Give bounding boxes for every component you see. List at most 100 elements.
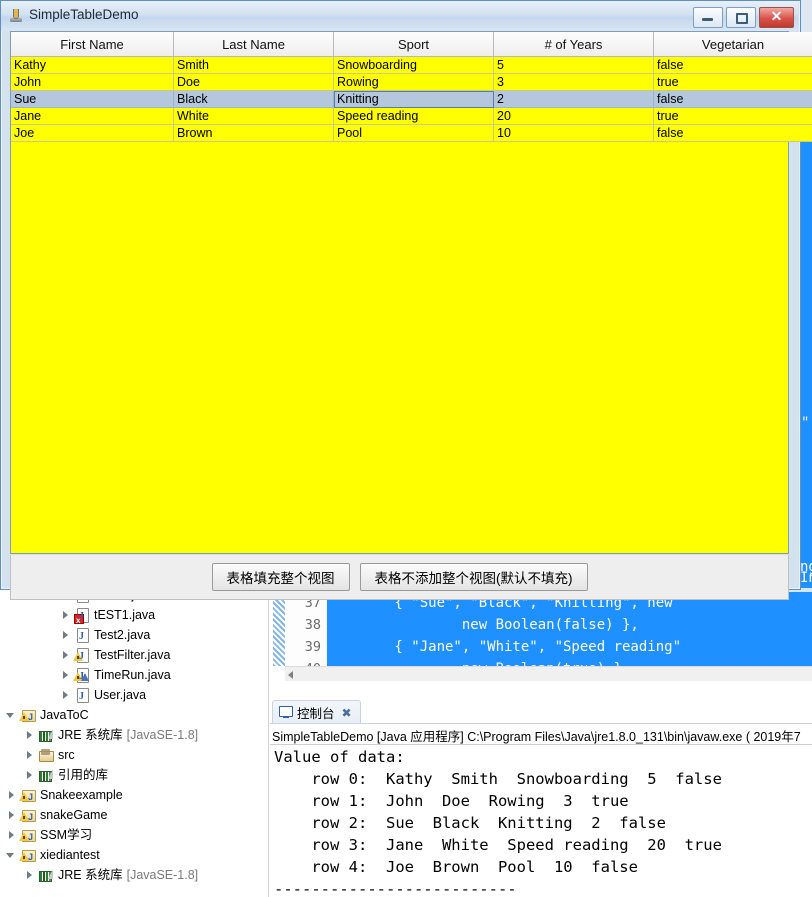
warning-badge-icon [19, 792, 29, 801]
table-cell[interactable]: Joe [11, 124, 174, 142]
tree-item[interactable]: 引用的库 [0, 765, 268, 785]
chevron-right-icon[interactable] [6, 810, 17, 821]
tree-item[interactable]: JRE 系统库 [JavaSE-1.8] [0, 725, 268, 745]
table-cell[interactable]: Speed reading [333, 107, 494, 125]
table-cell[interactable]: Doe [173, 73, 334, 91]
table-cell[interactable]: true [653, 73, 812, 91]
tree-item[interactable]: TestFilter.java [0, 645, 268, 667]
package-explorer-tree[interactable]: test01.javatEST1.javaTest2.javaTestFilte… [0, 585, 269, 897]
table-cell[interactable]: false [653, 124, 812, 142]
table-cell[interactable]: 20 [493, 107, 654, 125]
table-cell[interactable]: Black [173, 90, 334, 108]
table-cell[interactable]: false [653, 56, 812, 74]
tree-item[interactable]: SSM学习 [0, 825, 268, 847]
line-number: 39 [304, 639, 321, 655]
table-cell[interactable]: false [653, 90, 812, 108]
java-code-editor[interactable]: 37 38 39 40 { "Sue", "Black", "Knitting"… [270, 588, 812, 686]
table-cell[interactable]: Brown [173, 124, 334, 142]
table-cell[interactable]: John [11, 73, 174, 91]
window-title-bar[interactable]: SimpleTableDemo ✕ [1, 1, 798, 31]
tree-item[interactable]: snakeGame [0, 805, 268, 827]
table-cell[interactable]: 10 [493, 124, 654, 142]
chevron-right-icon[interactable] [60, 670, 71, 681]
tree-item-label: src [58, 748, 75, 762]
tree-item[interactable]: TimeRun.java [0, 665, 268, 687]
console-view: 控制台 ✖ SimpleTableDemo [Java 应用程序] C:\Pro… [270, 698, 812, 897]
column-header-last-name[interactable]: Last Name [173, 32, 334, 57]
table-cell[interactable]: Sue [11, 90, 174, 108]
table-cell[interactable]: Rowing [333, 73, 494, 91]
table-row[interactable]: Kathy Smith Snowboarding 5 false [11, 56, 812, 74]
tree-item[interactable]: tEST1.java [0, 605, 268, 631]
tree-item-label: User.java [94, 688, 147, 702]
console-status-divider [270, 744, 812, 745]
chevron-right-icon[interactable] [60, 610, 71, 621]
table-cell[interactable]: Kathy [11, 56, 174, 74]
tree-item[interactable]: src [0, 745, 268, 765]
table-cell[interactable]: Jane [11, 107, 174, 125]
warning-badge-icon [19, 712, 29, 721]
simpletabledemo-window: SimpleTableDemo ✕ First Name Last Name S… [0, 0, 812, 600]
table-cell[interactable]: Snowboarding [333, 56, 494, 74]
chevron-down-icon[interactable] [6, 710, 17, 721]
table-cell[interactable]: White [173, 107, 334, 125]
thread-badge-icon [81, 673, 89, 681]
no-fill-viewport-button[interactable]: 表格不添加整个视图(默认不填充) [359, 563, 588, 591]
column-header-sport[interactable]: Sport [333, 32, 494, 57]
maximize-button[interactable] [726, 7, 756, 28]
console-tab-label: 控制台 [297, 707, 335, 721]
tree-item-label: Snakeexample [40, 788, 123, 802]
chevron-right-icon[interactable] [6, 830, 17, 841]
java-file-icon [73, 647, 90, 667]
close-icon[interactable]: ✖ [342, 706, 352, 720]
table-row[interactable]: Jane White Speed reading 20 true [11, 107, 812, 125]
table-cell[interactable]: 2 [493, 90, 654, 108]
table-row[interactable]: Sue Black Knitting 2 false [11, 90, 812, 108]
tree-item[interactable]: User.java [0, 685, 268, 707]
data-table[interactable]: First Name Last Name Sport # of Years Ve… [11, 32, 812, 142]
table-row[interactable]: Joe Brown Pool 10 false [11, 124, 812, 142]
table-cell[interactable]: Pool [333, 124, 494, 142]
column-header-vegetarian[interactable]: Vegetarian [653, 32, 812, 57]
editor-bottom-filler [270, 681, 812, 686]
chevron-right-icon[interactable] [6, 790, 17, 801]
chevron-down-icon[interactable] [6, 850, 17, 861]
console-launch-status: SimpleTableDemo [Java 应用程序] C:\Program F… [272, 730, 801, 744]
table-scroll-pane[interactable]: First Name Last Name Sport # of Years Ve… [10, 31, 812, 554]
table-row[interactable]: John Doe Rowing 3 true [11, 73, 812, 91]
tab-console[interactable]: 控制台 ✖ [272, 700, 361, 724]
chevron-right-icon[interactable] [24, 770, 35, 781]
chevron-right-icon[interactable] [24, 870, 35, 881]
tree-item[interactable]: xiediantest [0, 845, 268, 867]
tree-item[interactable]: Snakeexample [0, 785, 268, 807]
chevron-right-icon[interactable] [24, 750, 35, 761]
tree-item[interactable]: JavaToC [0, 705, 268, 727]
library-icon [38, 727, 54, 743]
editor-code-area[interactable]: { "Sue", "Black", "Knitting", new new Bo… [327, 592, 812, 666]
table-cell[interactable]: 3 [493, 73, 654, 91]
warning-badge-icon [19, 832, 29, 841]
tree-item-label: Test2.java [94, 628, 151, 642]
background-editor-selection-sliver: " ng In [800, 122, 812, 588]
tree-item[interactable]: JRE 系统库 [JavaSE-1.8] [0, 865, 268, 885]
chevron-right-icon[interactable] [60, 690, 71, 701]
editor-horizontal-scrollbar[interactable] [285, 666, 812, 682]
chevron-right-icon[interactable] [60, 650, 71, 661]
tree-item-label: TestFilter.java [94, 648, 171, 662]
table-cell[interactable]: Knitting [333, 90, 494, 108]
chevron-right-icon[interactable] [24, 730, 35, 741]
fill-viewport-button[interactable]: 表格填充整个视图 [211, 563, 350, 591]
close-button[interactable]: ✕ [759, 7, 794, 28]
table-cell[interactable]: true [653, 107, 812, 125]
column-header-first-name[interactable]: First Name [11, 32, 174, 57]
window-content-pane: First Name Last Name Sport # of Years Ve… [10, 31, 812, 600]
table-cell[interactable]: 5 [493, 56, 654, 74]
library-icon [38, 767, 54, 783]
table-cell[interactable]: Smith [173, 56, 334, 74]
column-header-years[interactable]: # of Years [493, 32, 654, 57]
tree-item[interactable]: Test2.java [0, 625, 268, 647]
chevron-right-icon[interactable] [60, 630, 71, 641]
java-project-icon [19, 787, 36, 807]
minimize-button[interactable] [693, 7, 723, 28]
tree-item-label: JRE 系统库 [58, 868, 123, 882]
